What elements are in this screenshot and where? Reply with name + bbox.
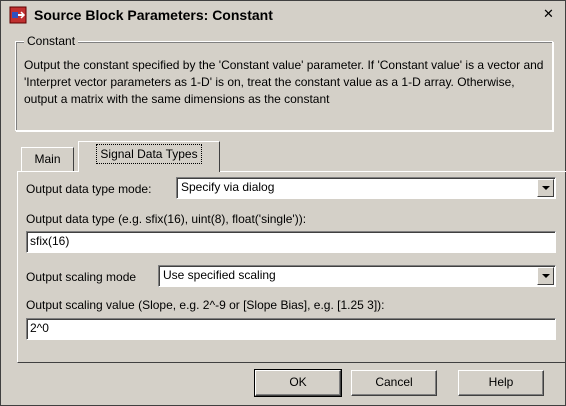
data-type-mode-label: Output data type mode: <box>26 182 152 196</box>
window-title: Source Block Parameters: Constant <box>34 7 273 23</box>
data-type-input[interactable]: sfix(16) <box>26 231 556 253</box>
scaling-value-input[interactable]: 2^0 <box>26 318 556 340</box>
group-legend: Constant <box>24 34 79 48</box>
tab-signal-data-types-label: Signal Data Types <box>96 144 202 164</box>
constant-group: Constant Output the constant specified b… <box>15 34 553 131</box>
tab-signal-data-types[interactable]: Signal Data Types <box>78 141 220 172</box>
scaling-mode-value: Use specified scaling <box>163 268 276 282</box>
tab-panel: Output data type mode: Specify via dialo… <box>17 171 566 363</box>
simulink-block-icon <box>9 6 27 24</box>
tab-main-label: Main <box>34 152 61 166</box>
close-icon[interactable]: ✕ <box>540 7 557 23</box>
cancel-button[interactable]: Cancel <box>351 370 437 396</box>
title-bar[interactable]: Source Block Parameters: Constant ✕ <box>3 3 563 27</box>
data-type-mode-select[interactable]: Specify via dialog <box>176 177 556 199</box>
data-type-value: sfix(16) <box>30 234 70 248</box>
scaling-value-label: Output scaling value (Slope, e.g. 2^-9 o… <box>26 298 385 312</box>
data-type-label: Output data type (e.g. sfix(16), uint(8)… <box>26 212 307 226</box>
tab-main[interactable]: Main <box>21 147 74 171</box>
help-button[interactable]: Help <box>458 370 544 396</box>
scaling-mode-label: Output scaling mode <box>26 270 137 284</box>
ok-button[interactable]: OK <box>254 369 342 397</box>
dropdown-arrow-icon[interactable] <box>537 179 554 197</box>
scaling-value-value: 2^0 <box>30 321 49 335</box>
scaling-mode-select[interactable]: Use specified scaling <box>158 265 556 287</box>
data-type-mode-value: Specify via dialog <box>181 180 275 194</box>
block-description: Output the constant specified by the 'Co… <box>24 58 544 106</box>
dialog-window: Source Block Parameters: Constant ✕ Cons… <box>0 0 566 406</box>
dropdown-arrow-icon[interactable] <box>537 267 554 285</box>
